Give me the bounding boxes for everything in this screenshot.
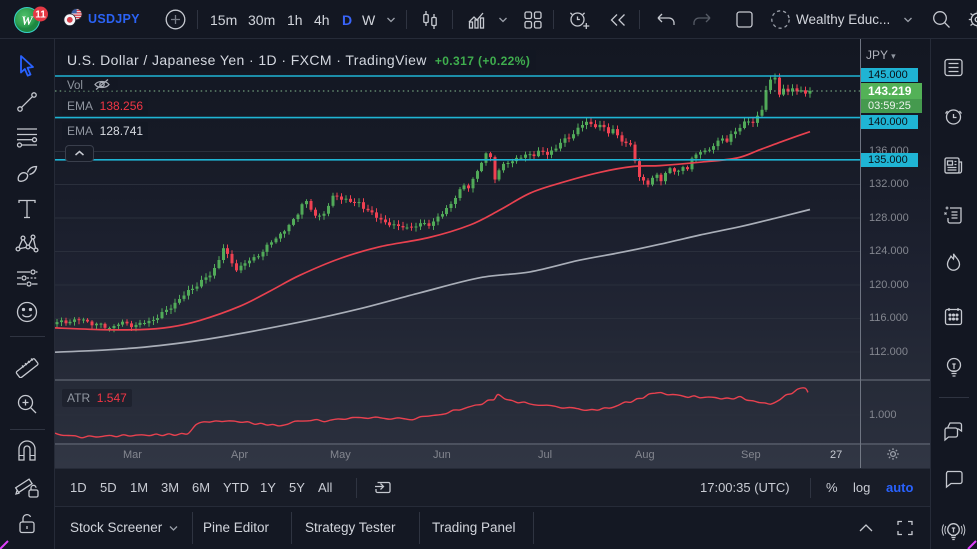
svg-text:11: 11 <box>35 10 46 21</box>
svg-text:W: W <box>21 13 34 28</box>
